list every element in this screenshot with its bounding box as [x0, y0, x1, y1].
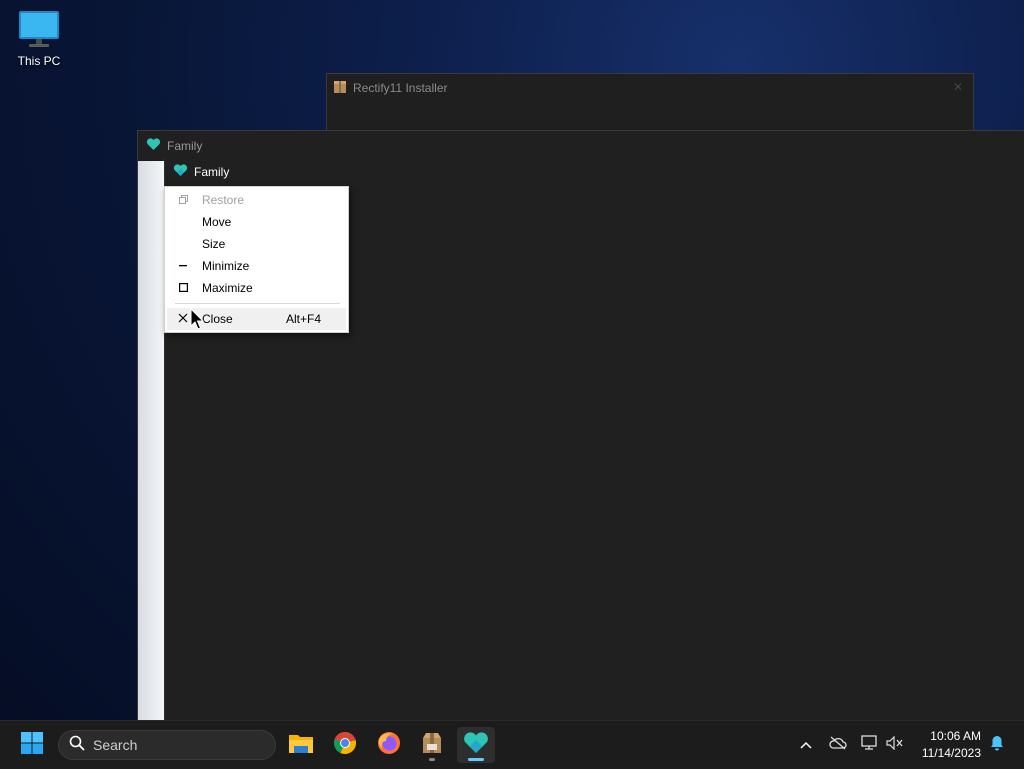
chrome-icon — [333, 731, 357, 760]
start-button[interactable] — [13, 727, 51, 763]
menu-item-label: Maximize — [202, 281, 253, 295]
taskbar-installer[interactable] — [413, 727, 451, 763]
menu-item-minimize[interactable]: Minimize — [165, 255, 348, 277]
active-indicator — [468, 758, 484, 761]
search-placeholder: Search — [93, 737, 138, 753]
clock-time: 10:06 AM — [930, 729, 981, 743]
installer-icon — [421, 732, 443, 759]
family-outer-titlebar[interactable]: Family — [138, 131, 1024, 160]
taskbar-firefox[interactable] — [370, 727, 408, 763]
tray-onedrive[interactable] — [827, 721, 849, 769]
installer-title: Rectify11 Installer — [353, 81, 448, 95]
mouse-cursor-icon — [190, 307, 205, 335]
restore-icon — [177, 189, 189, 211]
installer-titlebar[interactable]: Rectify11 Installer — [327, 74, 973, 102]
search-icon — [69, 735, 85, 756]
firefox-icon — [377, 731, 401, 760]
menu-item-label: Move — [202, 215, 232, 229]
menu-item-maximize[interactable]: Maximize — [165, 277, 348, 299]
taskbar-chrome[interactable] — [326, 727, 364, 763]
menu-item-label: Minimize — [202, 259, 250, 273]
taskbar-search-box[interactable]: Search — [58, 730, 276, 760]
heart-icon — [146, 137, 161, 154]
menu-separator — [175, 303, 340, 304]
package-icon — [333, 80, 347, 97]
tray-overflow-button[interactable] — [795, 721, 817, 769]
menu-item-shortcut: Alt+F4 — [285, 312, 321, 326]
taskbar-family[interactable] — [457, 727, 495, 763]
tray-volume[interactable] — [884, 721, 906, 769]
maximize-icon — [177, 277, 189, 299]
chevron-up-icon — [800, 736, 812, 754]
family-icon — [463, 731, 489, 759]
menu-item-label: Close — [202, 312, 233, 326]
tray-network[interactable] — [858, 721, 880, 769]
family-inner-title: Family — [194, 165, 230, 179]
running-indicator — [429, 758, 435, 761]
volume-muted-icon — [886, 735, 904, 755]
installer-window[interactable]: Rectify11 Installer ✕ — [326, 73, 974, 133]
heart-icon — [173, 164, 188, 180]
clock-date: 11/14/2023 — [921, 746, 981, 760]
menu-item-label: Size — [202, 237, 226, 251]
bell-icon — [990, 735, 1004, 756]
taskbar-file-explorer[interactable] — [282, 727, 320, 763]
close-icon[interactable]: ✕ — [953, 80, 963, 94]
menu-item-move[interactable]: Move — [165, 211, 348, 233]
network-icon — [860, 734, 878, 756]
taskbar: Search 10:06 AM 11/14/2023 — [0, 720, 1024, 769]
menu-item-size[interactable]: Size — [165, 233, 348, 255]
family-outer-title: Family — [167, 138, 203, 153]
file-explorer-icon — [288, 732, 314, 759]
cloud-off-icon — [829, 736, 847, 755]
desktop-icon-label: This PC — [17, 54, 61, 68]
window-content-edge — [138, 161, 164, 721]
minimize-icon — [177, 255, 189, 277]
desktop-icon-this-pc[interactable]: This PC — [10, 8, 68, 68]
computer-icon — [18, 8, 60, 50]
menu-item-label: Restore — [202, 193, 245, 207]
taskbar-clock[interactable]: 10:06 AM 11/14/2023 — [922, 728, 981, 762]
family-inner-titlebar[interactable]: Family — [165, 158, 1024, 186]
notification-button[interactable] — [986, 721, 1008, 769]
start-icon — [20, 731, 44, 760]
menu-item-restore[interactable]: Restore — [165, 189, 348, 211]
close-icon — [177, 308, 189, 330]
